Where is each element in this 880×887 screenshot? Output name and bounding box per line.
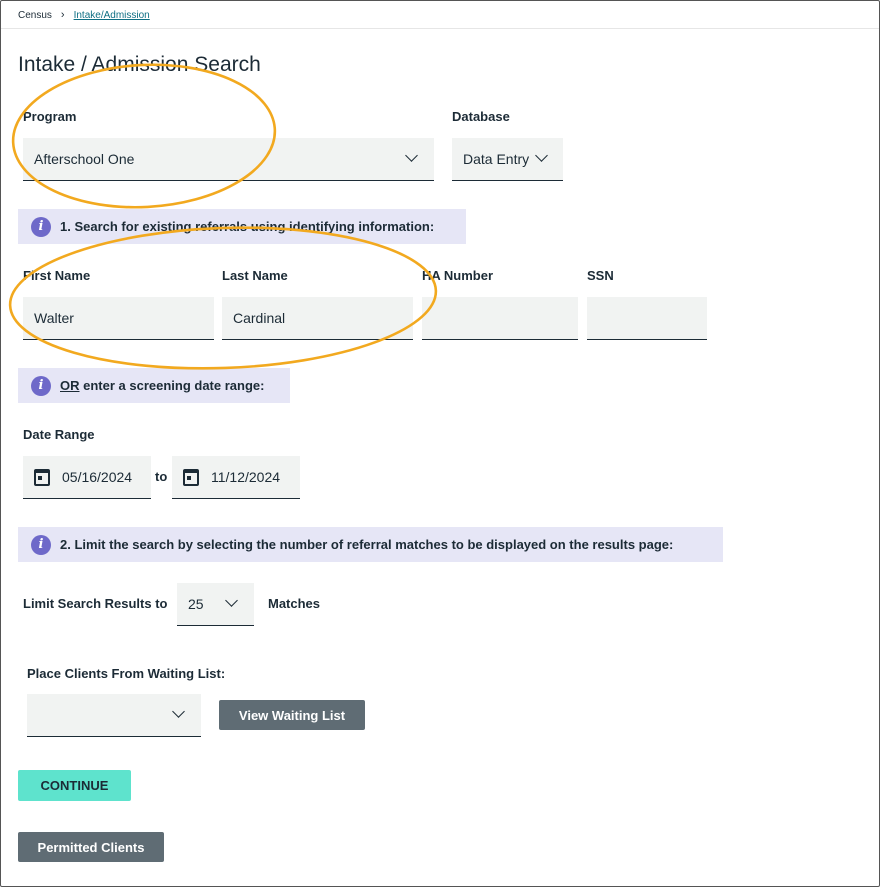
waiting-list-label: Place Clients From Waiting List: <box>27 666 226 681</box>
database-label: Database <box>452 109 510 124</box>
or-info-text: OR enter a screening date range: <box>60 378 264 393</box>
view-waiting-list-button[interactable]: View Waiting List <box>219 700 365 730</box>
step2-text: 2. Limit the search by selecting the num… <box>60 537 674 552</box>
step2-info-banner: i 2. Limit the search by selecting the n… <box>18 527 723 562</box>
date-from-field[interactable]: 05/16/2024 <box>23 456 151 499</box>
first-name-label: First Name <box>23 268 91 283</box>
date-to-value: 11/12/2024 <box>211 469 281 485</box>
info-icon: i <box>31 216 51 237</box>
calendar-icon[interactable] <box>34 468 50 486</box>
program-label: Program <box>23 109 77 124</box>
breadcrumb-census[interactable]: Census <box>18 10 52 21</box>
permitted-clients-button[interactable]: Permitted Clients <box>18 832 164 862</box>
database-select[interactable]: Data Entry <box>452 138 563 181</box>
limit-label: Limit Search Results to <box>23 596 168 611</box>
chevron-down-icon <box>225 594 238 607</box>
last-name-value: Cardinal <box>233 310 286 326</box>
first-name-field[interactable]: Walter <box>23 297 214 340</box>
chevron-down-icon <box>405 149 418 162</box>
step1-text: 1. Search for existing referrals using i… <box>60 219 435 234</box>
limit-select-value: 25 <box>188 596 204 612</box>
window-frame <box>0 0 880 887</box>
calendar-icon[interactable] <box>183 468 199 486</box>
limit-select[interactable]: 25 <box>177 583 254 626</box>
last-name-field[interactable]: Cardinal <box>222 297 413 340</box>
header-divider <box>1 28 879 29</box>
info-icon: i <box>31 375 51 396</box>
chevron-right-icon: › <box>60 9 65 21</box>
date-range-label: Date Range <box>23 427 95 442</box>
ha-number-field[interactable] <box>422 297 578 340</box>
program-select[interactable]: Afterschool One <box>23 138 434 181</box>
date-to-field[interactable]: 11/12/2024 <box>172 456 300 499</box>
limit-suffix: Matches <box>268 596 321 611</box>
chevron-down-icon <box>172 705 185 718</box>
info-icon: i <box>31 534 51 555</box>
breadcrumb-intake-admission[interactable]: Intake/Admission <box>74 10 150 21</box>
database-select-value: Data Entry <box>463 151 530 167</box>
breadcrumb: Census › Intake/Admission <box>18 9 150 21</box>
date-from-value: 05/16/2024 <box>62 469 133 485</box>
ssn-field[interactable] <box>587 297 707 340</box>
program-select-value: Afterschool One <box>34 151 135 167</box>
last-name-label: Last Name <box>222 268 288 283</box>
chevron-down-icon <box>535 149 548 162</box>
step1-info-banner: i 1. Search for existing referrals using… <box>18 209 466 244</box>
ssn-label: SSN <box>587 268 614 283</box>
continue-button[interactable]: CONTINUE <box>18 770 131 801</box>
page-title: Intake / Admission Search <box>18 53 261 76</box>
or-info-banner: i OR enter a screening date range: <box>18 368 290 403</box>
ha-number-label: HA Number <box>422 268 494 283</box>
first-name-value: Walter <box>34 310 74 326</box>
waiting-list-select[interactable] <box>27 694 201 737</box>
or-info-rest: enter a screening date range: <box>79 378 265 393</box>
or-emphasis: OR <box>60 378 80 393</box>
date-range-to-label: to <box>155 469 168 484</box>
